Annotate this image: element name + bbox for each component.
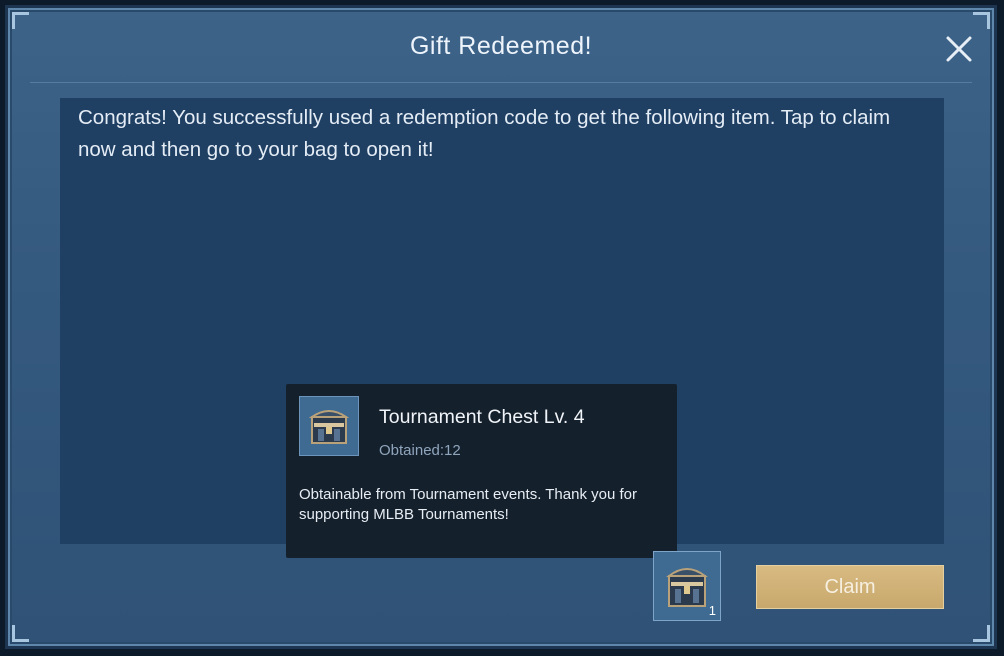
item-description: Obtainable from Tournament events. Thank…: [299, 486, 637, 523]
close-button[interactable]: [944, 34, 974, 64]
gift-redeemed-dialog: Gift Redeemed! Congrats! You successfull…: [8, 8, 994, 646]
item-icon-frame: [299, 396, 359, 456]
claim-button[interactable]: Claim: [756, 565, 944, 609]
chest-icon: [308, 410, 350, 444]
corner-ornament: [973, 625, 990, 642]
item-name: Tournament Chest Lv. 4: [379, 406, 585, 428]
corner-ornament: [973, 12, 990, 29]
item-quantity: 1: [708, 603, 716, 618]
redeem-message: Congrats! You successfully used a redemp…: [78, 106, 891, 161]
title-divider: [30, 82, 972, 83]
item-obtained-count: Obtained:12: [379, 442, 461, 459]
item-tooltip: Tournament Chest Lv. 4 Obtained:12 Obtai…: [286, 384, 677, 558]
dialog-title: Gift Redeemed!: [409, 32, 593, 60]
close-icon: [946, 36, 972, 62]
corner-ornament: [12, 12, 29, 29]
reward-item-slot[interactable]: 1: [653, 551, 721, 621]
corner-ornament: [12, 625, 29, 642]
